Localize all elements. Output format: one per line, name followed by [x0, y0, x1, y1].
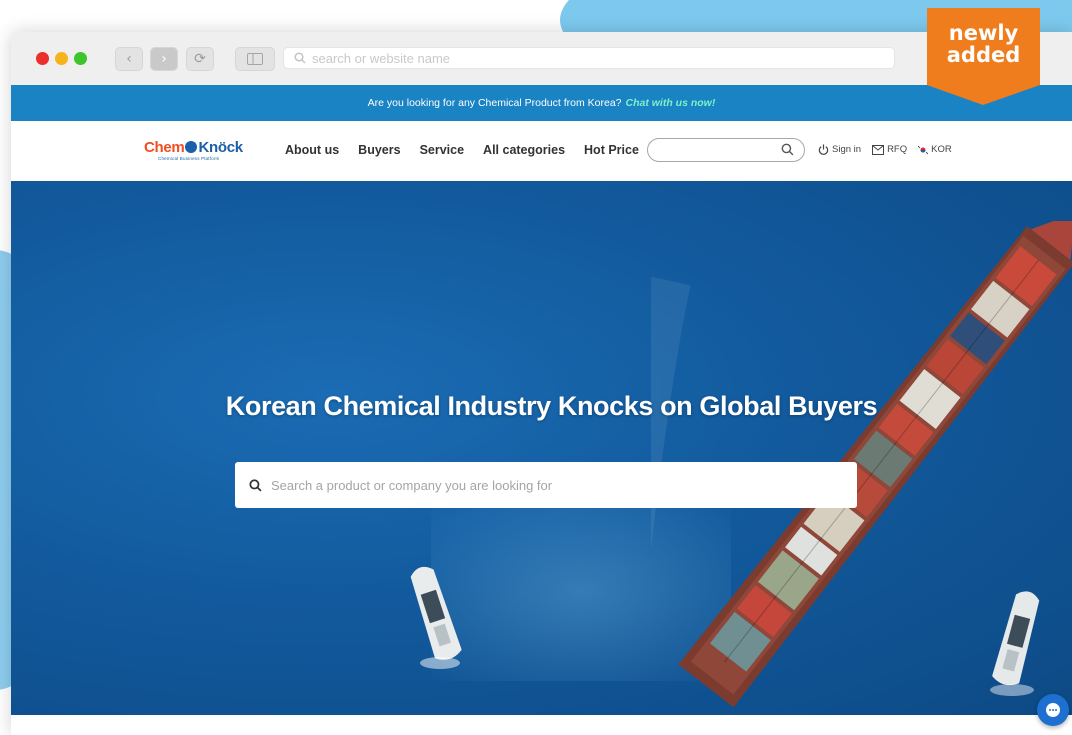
chat-icon [1046, 703, 1060, 717]
header-search-input[interactable] [647, 138, 805, 162]
tugboat-image [410, 566, 462, 669]
hero-search-placeholder: Search a product or company you are look… [271, 477, 553, 493]
logo-chem-text: Chem [144, 139, 185, 156]
tugboat-image [990, 591, 1040, 696]
search-icon [294, 52, 306, 64]
badge-line-1: newly [948, 21, 1019, 45]
menu-item-hot-price[interactable]: Hot Price [584, 143, 639, 157]
sidebar-toggle-button[interactable] [235, 47, 275, 71]
menu-item-service[interactable]: Service [420, 143, 464, 157]
language-label: KOR [931, 144, 952, 155]
browser-toolbar: ‹ › ⟳ search or website name [11, 32, 1072, 86]
search-icon [249, 478, 262, 492]
site-header: Chem Knöck Chemical Business Platform Abo… [11, 121, 1072, 181]
page-content-edge [11, 715, 1072, 735]
main-menu: About us Buyers Service All categories H… [285, 143, 639, 157]
hero-banner: Korean Chemical Industry Knocks on Globa… [11, 181, 1072, 715]
back-button[interactable]: ‹ [115, 47, 143, 71]
address-placeholder: search or website name [312, 50, 451, 66]
korea-flag-icon [918, 145, 929, 154]
announcement-text: Are you looking for any Chemical Product… [367, 97, 622, 109]
sidebar-icon [247, 53, 263, 65]
header-tools: Sign in RFQ KOR [818, 144, 952, 155]
hero-search-input[interactable]: Search a product or company you are look… [235, 462, 857, 508]
language-button[interactable]: KOR [918, 144, 952, 155]
rfq-button[interactable]: RFQ [872, 144, 907, 155]
hero-title: Korean Chemical Industry Knocks on Globa… [225, 391, 878, 421]
chat-widget-button[interactable] [1037, 694, 1069, 726]
rfq-label: RFQ [887, 144, 908, 155]
mail-icon [872, 144, 885, 155]
maximize-window-button[interactable] [74, 52, 87, 65]
menu-item-about-us[interactable]: About us [285, 143, 339, 157]
announcement-bar: Are you looking for any Chemical Product… [11, 85, 1072, 121]
newly-added-badge: newly added [927, 8, 1040, 105]
forward-button[interactable]: › [150, 47, 178, 71]
menu-item-all-categories[interactable]: All categories [483, 143, 565, 157]
logo-knock-text: Knöck [198, 139, 243, 156]
address-bar[interactable]: search or website name [283, 47, 895, 69]
close-window-button[interactable] [36, 52, 49, 65]
chat-now-link[interactable]: Chat with us now! [626, 97, 716, 109]
minimize-window-button[interactable] [55, 52, 68, 65]
globe-icon [185, 141, 198, 153]
site-logo[interactable]: Chem Knöck Chemical Business Platform [144, 139, 243, 161]
sign-in-button[interactable]: Sign in [818, 144, 861, 155]
search-icon[interactable] [781, 143, 794, 156]
sign-in-label: Sign in [832, 144, 862, 155]
browser-window: ‹ › ⟳ search or website name Are you loo… [11, 32, 1072, 735]
reload-button[interactable]: ⟳ [186, 47, 214, 71]
badge-line-2: added [946, 43, 1021, 67]
menu-item-buyers[interactable]: Buyers [358, 143, 400, 157]
power-icon [818, 144, 829, 155]
logo-tagline: Chemical Business Platform [158, 156, 220, 161]
